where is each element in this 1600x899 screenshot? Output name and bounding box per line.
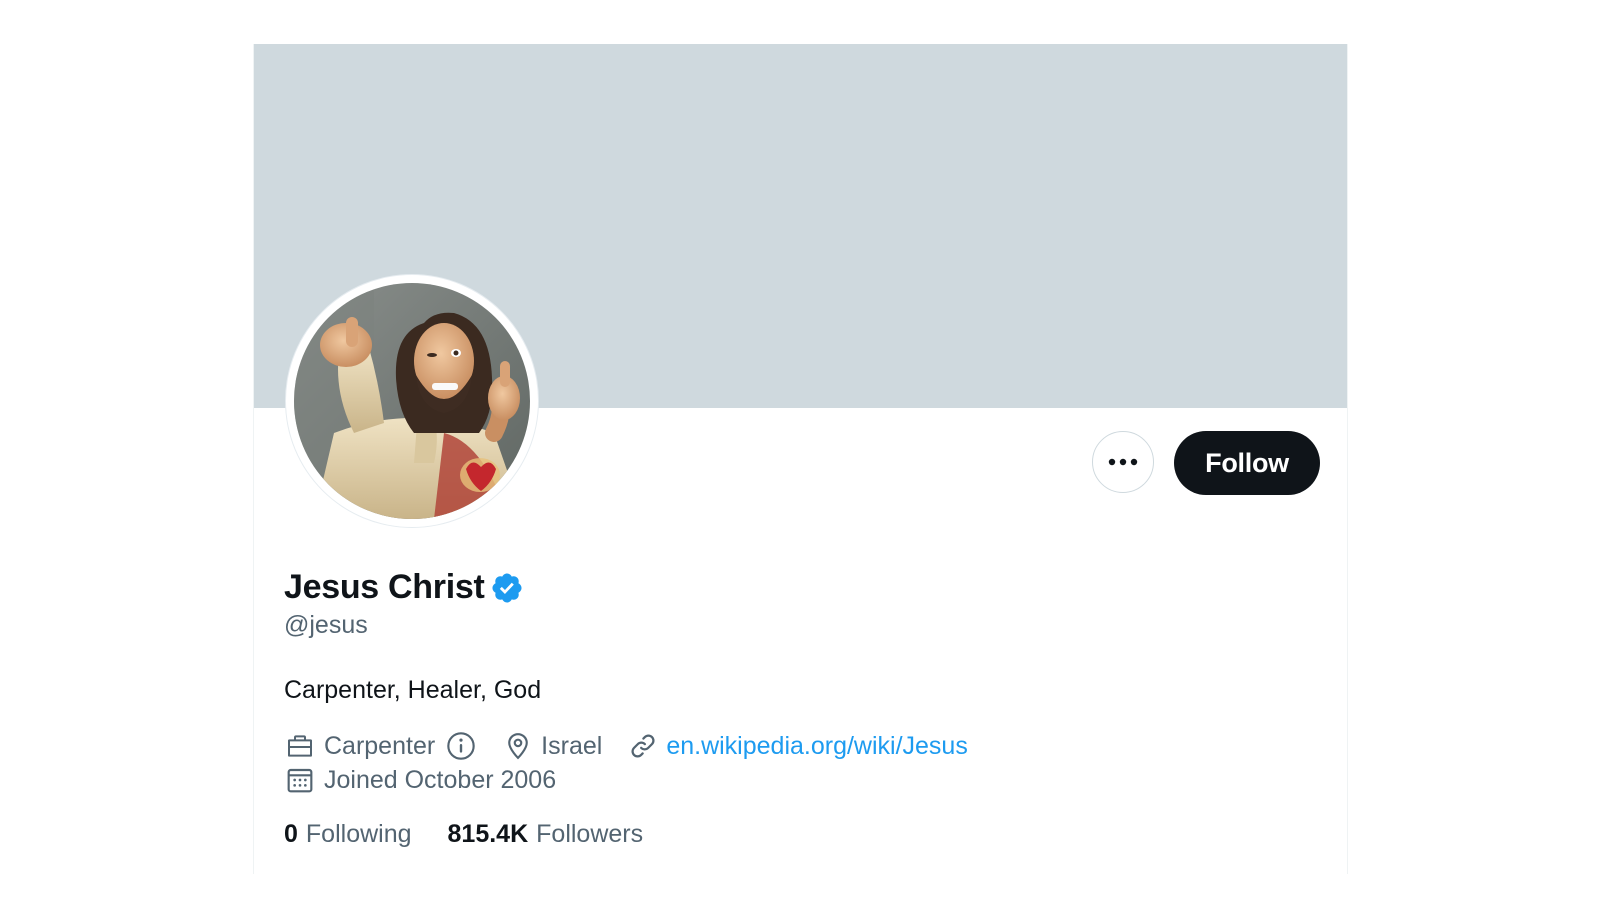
- following-label: Following: [305, 820, 412, 848]
- avatar-image: [294, 283, 530, 519]
- website-link[interactable]: en.wikipedia.org/wiki/Jesus: [666, 732, 968, 761]
- profession-item: Carpenter: [284, 730, 435, 762]
- display-name: Jesus Christ: [284, 568, 485, 606]
- profile-card: Follow Jesus Christ @jesus Carpenter, He…: [253, 44, 1348, 874]
- following-count: 0: [284, 820, 298, 848]
- profile-avatar[interactable]: [286, 275, 538, 527]
- location-pin-icon: [508, 733, 528, 760]
- verified-badge-icon: [492, 572, 523, 603]
- followers-link[interactable]: 815.4K Followers: [448, 820, 644, 849]
- location-item: Israel: [503, 731, 602, 761]
- website-item: en.wikipedia.org/wiki/Jesus: [628, 731, 968, 761]
- follow-button[interactable]: Follow: [1174, 431, 1320, 495]
- followers-count: 815.4K: [447, 820, 529, 848]
- location-label: Israel: [541, 731, 603, 760]
- link-icon: [631, 734, 655, 758]
- profile-handle: @jesus: [284, 611, 368, 639]
- joined-item: Joined October 2006: [284, 764, 556, 796]
- profile-bio: Carpenter, Healer, God: [284, 676, 542, 704]
- briefcase-icon: [288, 735, 312, 757]
- joined-label: Joined October 2006: [324, 765, 557, 794]
- profile-meta-row: Carpenter Israel en.wikipedia.org/wiki/J…: [284, 730, 968, 762]
- calendar-icon: [287, 768, 313, 793]
- profile-stats: 0 Following 815.4K Followers: [284, 820, 643, 849]
- profession-label: Carpenter: [324, 731, 436, 760]
- name-row: Jesus Christ: [284, 568, 524, 607]
- ellipsis-icon: [1108, 458, 1138, 466]
- joined-row: Joined October 2006: [284, 764, 556, 796]
- following-link[interactable]: 0 Following: [284, 820, 412, 849]
- followers-label: Followers: [536, 820, 644, 848]
- info-icon[interactable]: [445, 730, 477, 762]
- more-options-button[interactable]: [1092, 431, 1154, 493]
